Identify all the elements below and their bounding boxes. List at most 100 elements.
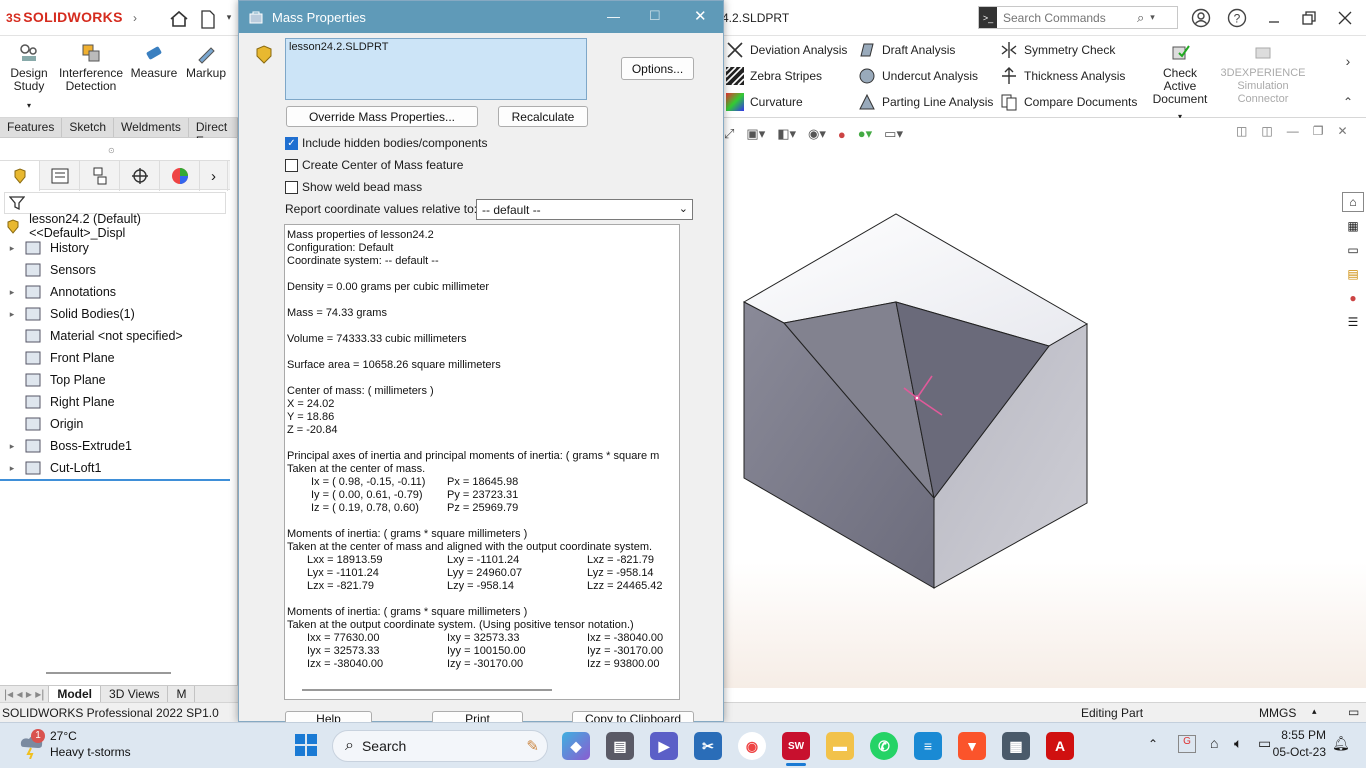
override-mass-properties-button[interactable]: Override Mass Properties... (286, 106, 478, 127)
language-icon[interactable]: G (1178, 735, 1196, 753)
custom-properties-icon[interactable]: ☰ (1342, 312, 1364, 332)
chevron-down-icon[interactable]: ⌄ (679, 202, 688, 215)
expand-arrow-icon[interactable]: ▸ (0, 309, 24, 320)
horizontal-scrollbar[interactable] (302, 689, 552, 691)
tab-model[interactable]: Model (49, 686, 102, 702)
tab-direct-edit[interactable]: Direct E (188, 118, 238, 148)
checkbox-checked-icon[interactable]: ✓ (285, 136, 298, 150)
tab-3d-views[interactable]: 3D Views (101, 686, 169, 702)
3dexperience-connector-button[interactable]: 3DEXPERIENCE Simulation Connector (1221, 42, 1306, 106)
design-library-icon[interactable]: ▦ (1342, 216, 1364, 236)
weather-widget[interactable]: 1 (18, 729, 48, 761)
view-palette-icon[interactable]: ▤ (1342, 264, 1364, 284)
teams-icon[interactable]: ▶ (650, 732, 678, 760)
tree-item[interactable]: ▸ Cut-Loft1 (0, 457, 230, 479)
solidworks-taskbar-icon[interactable]: SW (782, 732, 810, 760)
propertymanager-tab-icon[interactable] (40, 161, 80, 191)
zebra-stripes-button[interactable]: Zebra Stripes (726, 67, 822, 85)
clock-date[interactable]: 05-Oct-23 (1268, 745, 1326, 759)
panel-grip-icon[interactable]: ⊙ (108, 146, 115, 155)
draft-analysis-button[interactable]: Draft Analysis (858, 41, 955, 59)
tab-sketch[interactable]: Sketch (62, 118, 115, 137)
tree-item[interactable]: ▸ History (0, 237, 230, 259)
mass-properties-results[interactable]: Mass properties of lesson24.2 Configurat… (284, 224, 680, 700)
check-active-document-button[interactable]: Check Active Document ▾ (1146, 42, 1214, 123)
acrobat-icon[interactable]: A (1046, 732, 1074, 760)
new-document-icon[interactable] (198, 8, 218, 30)
tree-scrollbar[interactable] (46, 672, 171, 674)
magnifier-icon[interactable]: ⌕ (1137, 10, 1144, 26)
snipping-tool-icon[interactable]: ✂ (694, 732, 722, 760)
graphics-area[interactable]: ⤢ ▣▾ ◧▾ ◉▾ ● ●▾ ▭▾ ◫ ◫ — ❐ ✕ ⌂ ▦ ▭ ▤ ● ☰ (724, 118, 1366, 688)
home-icon[interactable]: ⌂ (1342, 192, 1364, 212)
display-manager-tab-icon[interactable] (160, 161, 200, 191)
notifications-icon[interactable]: 🔔︎ (1332, 735, 1350, 752)
parting-line-analysis-button[interactable]: Parting Line Analysis (858, 93, 993, 111)
brave-icon[interactable]: ▼ (958, 732, 986, 760)
tree-item[interactable]: ▸ Solid Bodies(1) (0, 303, 230, 325)
task-view-icon[interactable]: ▤ (606, 732, 634, 760)
notepad-icon[interactable]: ≡ (914, 732, 942, 760)
close-icon[interactable] (1334, 7, 1356, 29)
markup-button[interactable]: Markup (184, 42, 228, 80)
search-commands[interactable]: >_ ⌕ ▾ (978, 6, 1178, 29)
home-icon[interactable] (168, 8, 190, 30)
tree-item[interactable]: ▸ Annotations (0, 281, 230, 303)
featuremanager-tab-icon[interactable] (0, 161, 40, 191)
tree-item[interactable]: Origin (0, 413, 230, 435)
recalculate-button[interactable]: Recalculate (498, 106, 588, 127)
file-explorer-icon[interactable]: ▬ (826, 732, 854, 760)
copilot-preview-icon[interactable]: ◆ (562, 732, 590, 760)
chevron-down-icon[interactable]: ▾ (27, 99, 31, 112)
chevron-right-icon[interactable]: › (200, 161, 228, 191)
undercut-analysis-button[interactable]: Undercut Analysis (858, 67, 978, 85)
curvature-button[interactable]: Curvature (726, 93, 803, 111)
taskbar-search[interactable]: ⌕ Search ✎ (332, 730, 548, 762)
chevron-right-icon[interactable]: › (1340, 52, 1356, 70)
configurationmanager-tab-icon[interactable] (80, 161, 120, 191)
units-dropdown-icon[interactable]: ▴ (1312, 706, 1317, 717)
coordinate-system-select[interactable]: -- default -- ⌄ (476, 199, 693, 220)
checkbox-unchecked-icon[interactable] (285, 180, 298, 194)
tab-motion[interactable]: M (168, 686, 196, 702)
measure-button[interactable]: Measure (130, 42, 178, 80)
clock-time[interactable]: 8:55 PM (1268, 728, 1326, 742)
search-input[interactable] (997, 10, 1137, 25)
tree-item[interactable]: Front Plane (0, 347, 230, 369)
status-options-icon[interactable]: ▭ (1348, 705, 1359, 719)
chevron-right-icon[interactable]: › (128, 8, 142, 28)
options-button[interactable]: Options... (621, 57, 694, 80)
expand-arrow-icon[interactable]: ▸ (0, 287, 24, 298)
file-explorer-icon[interactable]: ▭ (1342, 240, 1364, 260)
dialog-minimize-icon[interactable]: — (607, 9, 620, 24)
restore-icon[interactable] (1298, 7, 1320, 29)
tree-item[interactable]: Top Plane (0, 369, 230, 391)
start-icon[interactable] (294, 733, 320, 759)
filter-box[interactable] (4, 192, 226, 214)
user-icon[interactable] (1190, 7, 1212, 29)
checkbox-unchecked-icon[interactable] (285, 158, 298, 172)
chevron-up-icon[interactable]: ⌃ (1340, 94, 1356, 110)
create-com-checkbox[interactable]: Create Center of Mass feature (285, 158, 463, 172)
tree-root-part[interactable]: lesson24.2 (Default) <<Default>_Displ (0, 212, 230, 240)
tab-weldments[interactable]: Weldments (114, 118, 189, 137)
rollback-bar[interactable] (0, 479, 230, 481)
expand-arrow-icon[interactable]: ▸ (0, 441, 24, 452)
dialog-maximize-icon[interactable]: ☐ (649, 8, 661, 24)
deviation-analysis-button[interactable]: Deviation Analysis (726, 41, 847, 59)
tab-nav-arrows-icon[interactable]: |◂ ◂ ▸ ▸| (0, 686, 50, 702)
tree-item[interactable]: Right Plane (0, 391, 230, 413)
tab-features[interactable]: Features (0, 118, 63, 137)
thickness-analysis-button[interactable]: Thickness Analysis (1000, 67, 1125, 85)
dimxpert-tab-icon[interactable] (120, 161, 160, 191)
dialog-close-icon[interactable]: ✕ (694, 7, 707, 25)
symmetry-check-button[interactable]: Symmetry Check (1000, 41, 1115, 59)
network-icon[interactable]: ⌂ (1210, 735, 1218, 751)
compare-documents-button[interactable]: Compare Documents (1000, 93, 1137, 111)
tree-item[interactable]: Material <not specified> (0, 325, 230, 347)
tree-item[interactable]: ▸ Boss-Extrude1 (0, 435, 230, 457)
whatsapp-icon[interactable]: ✆ (870, 732, 898, 760)
weld-bead-checkbox[interactable]: Show weld bead mass (285, 180, 422, 194)
chevron-up-icon[interactable]: ⌃ (1148, 737, 1158, 751)
tree-item[interactable]: Sensors (0, 259, 230, 281)
